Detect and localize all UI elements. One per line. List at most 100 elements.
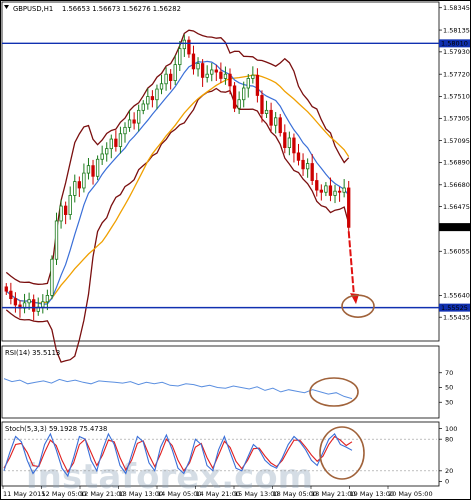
candle-body [219, 71, 223, 79]
price-tick-label: 1.56680 [443, 181, 470, 189]
candle-body [187, 39, 191, 55]
candle-body [63, 205, 68, 215]
candle-body [159, 83, 164, 90]
candle-body [228, 73, 232, 87]
candle-body [200, 63, 205, 78]
candle-body [251, 74, 255, 79]
rsi-tick-label: 70 [445, 369, 453, 377]
candle-body [27, 299, 31, 304]
candle-body [305, 163, 310, 170]
last-price-label: 1.56282 [441, 224, 468, 232]
candle-body [246, 78, 250, 89]
price-tick-label: 1.56890 [443, 159, 470, 167]
candle-body [296, 152, 301, 161]
price-tick-label: 1.58345 [443, 4, 470, 12]
candle-body [9, 290, 13, 299]
candle-body [324, 185, 328, 193]
hline-price-label: 1.58010 [441, 40, 468, 48]
price-tick-label: 1.57510 [443, 93, 470, 101]
price-tick-label: 1.57305 [443, 115, 470, 123]
candle-body [109, 138, 113, 150]
candle-body [205, 73, 209, 78]
candle-body [342, 187, 346, 193]
candle-body [127, 119, 132, 128]
candle-body [141, 103, 145, 111]
candle-body [13, 298, 18, 306]
candle-body [191, 53, 196, 70]
candle-body [269, 109, 273, 126]
candle-body [328, 185, 333, 196]
candle-body [137, 109, 141, 124]
price-tick-label: 1.55640 [443, 292, 470, 300]
chart-canvas: instaforex.com 1.583451.581351.579301.57… [0, 0, 471, 500]
candle-body [347, 187, 351, 228]
candle-body [232, 85, 237, 109]
price-tick-label: 1.57095 [443, 137, 470, 145]
candle-body [73, 181, 77, 196]
candle-body [182, 39, 187, 50]
candle-body [118, 133, 123, 147]
candle-body [123, 126, 127, 135]
candle-body [68, 195, 72, 215]
price-tick-label: 1.57930 [443, 48, 470, 56]
candle-body [100, 153, 104, 160]
candle-body [319, 189, 323, 193]
candle-body [91, 165, 95, 177]
stoch-tick-label: 20 [445, 467, 453, 475]
candle-body [54, 220, 59, 260]
candle-body [146, 96, 150, 105]
price-tick-label: 1.56055 [443, 247, 470, 255]
price-tick-label: 1.57720 [443, 70, 470, 78]
candle-body [173, 64, 177, 81]
candle-body [255, 74, 260, 96]
candle-body [41, 301, 45, 308]
symbol-label: GBPUSD,H1 [13, 5, 53, 13]
rsi-title: RSI(14) 35.5113 [5, 349, 60, 357]
candle-body [150, 96, 155, 101]
candle-body [155, 88, 159, 101]
candle-body [95, 158, 100, 177]
candle-body [287, 137, 292, 148]
candle-body [82, 172, 86, 189]
candle-body [274, 117, 278, 126]
candle-body [45, 294, 50, 303]
stoch-tick-label: 100 [445, 425, 457, 433]
candle-body [168, 73, 173, 81]
ohlc-label: 1.56653 1.56673 1.56276 1.56282 [62, 5, 181, 13]
candle-body [32, 299, 36, 312]
stoch-tick-label: 0 [445, 478, 449, 486]
candle-body [86, 165, 91, 174]
candle-body [178, 48, 182, 66]
rsi-tick-label: 50 [445, 384, 453, 392]
time-axis-label: 20 May 05:00 [388, 490, 433, 498]
stoch-title: Stoch(5,3,3) 59.1928 75.4738 [5, 425, 107, 433]
candle-body [278, 117, 282, 134]
candle-body [223, 73, 228, 79]
candle-body [105, 148, 109, 155]
candle-body [59, 205, 63, 222]
candle-body [264, 109, 269, 114]
candle-body [333, 190, 337, 196]
candle-body [301, 159, 305, 170]
time-axis-label: 11 May 2015 [3, 490, 45, 498]
hline-price-label: 1.55525 [441, 304, 468, 312]
stoch-tick-label: 80 [445, 435, 453, 443]
candle-body [283, 132, 287, 148]
candle-body [337, 190, 342, 193]
candle-body [4, 286, 8, 292]
price-tick-label: 1.58135 [443, 26, 470, 34]
price-tick-label: 1.55435 [443, 313, 470, 321]
rsi-tick-label: 30 [445, 398, 453, 406]
candle-body [114, 138, 118, 147]
price-tick-label: 1.56475 [443, 203, 470, 211]
candle-body [242, 87, 246, 101]
candle-body [196, 63, 200, 70]
candle-body [315, 180, 319, 191]
candle-body [164, 73, 168, 85]
candle-body [292, 137, 296, 154]
candle-body [214, 69, 218, 73]
candle-body [132, 119, 136, 124]
candle-body [310, 163, 314, 181]
candle-body [50, 258, 54, 296]
candle-body [237, 99, 241, 109]
